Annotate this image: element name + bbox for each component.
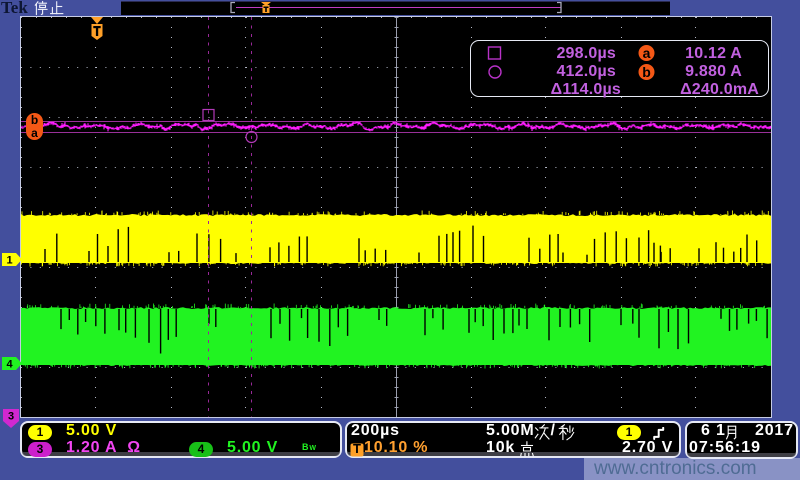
svg-text:b: b bbox=[31, 113, 38, 127]
svg-text:3: 3 bbox=[8, 411, 14, 423]
svg-text:1: 1 bbox=[6, 255, 12, 267]
svg-text:4: 4 bbox=[6, 359, 13, 371]
svg-text:a: a bbox=[31, 126, 38, 140]
